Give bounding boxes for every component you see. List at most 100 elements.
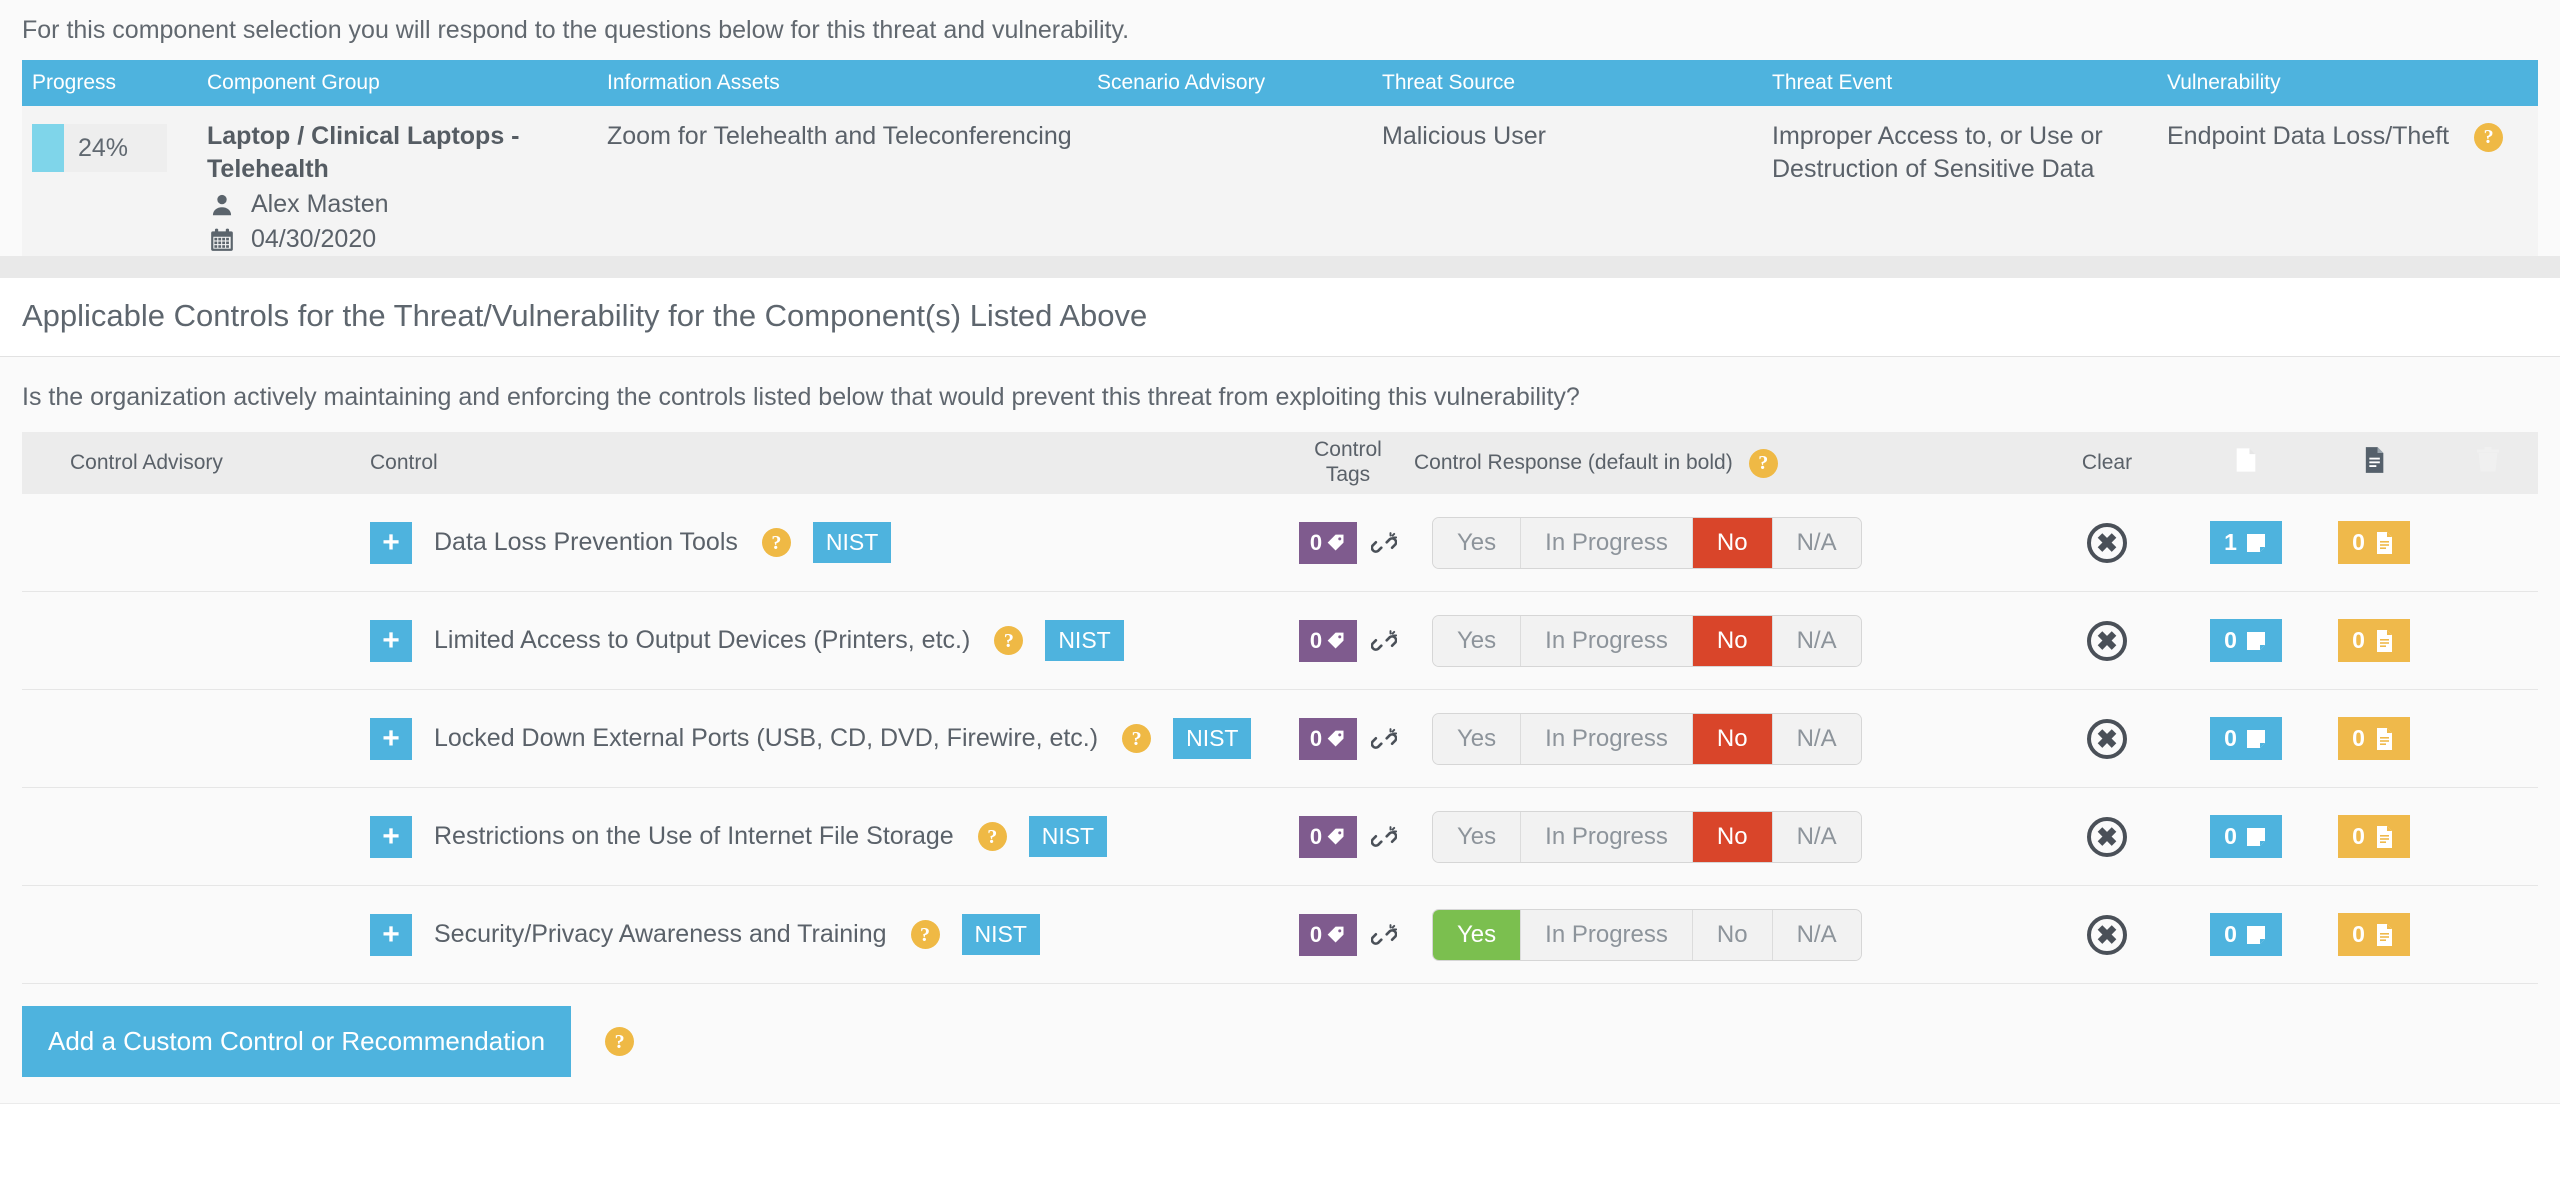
tag-count-badge[interactable]: 0 xyxy=(1299,815,1357,858)
response-option-no[interactable]: No xyxy=(1692,517,1773,568)
expand-control-button[interactable]: + xyxy=(370,619,412,662)
document-count-badge[interactable]: 0 xyxy=(2338,521,2410,564)
clear-response-button[interactable]: ✖ xyxy=(2087,620,2127,661)
clear-response-button[interactable]: ✖ xyxy=(2087,522,2127,563)
unlink-icon[interactable] xyxy=(1371,630,1397,656)
col-header-delete-icon xyxy=(2438,446,2538,480)
cell-clear: ✖ xyxy=(2032,914,2182,955)
cell-control-tags: 0 xyxy=(1294,913,1402,956)
document-icon xyxy=(2376,629,2392,652)
cell-component-group: Laptop / Clinical Laptops - Telehealth A… xyxy=(197,120,597,256)
control-response-group: Yes In Progress No N/A xyxy=(1432,810,1862,863)
col-header-threat-source: Threat Source xyxy=(1382,71,1516,94)
response-option-n-a[interactable]: N/A xyxy=(1772,615,1861,666)
response-option-n-a[interactable]: N/A xyxy=(1772,909,1861,960)
expand-control-button[interactable]: + xyxy=(370,913,412,956)
section-title: Applicable Controls for the Threat/Vulne… xyxy=(22,298,1148,333)
unlink-icon[interactable] xyxy=(1371,924,1397,950)
cell-notes: 1 xyxy=(2182,521,2310,564)
response-option-yes[interactable]: Yes xyxy=(1433,811,1522,862)
add-custom-control-help-icon[interactable]: ? xyxy=(605,1027,635,1056)
cell-control-response: Yes In Progress No N/A xyxy=(1402,908,2032,961)
tag-count-badge[interactable]: 0 xyxy=(1299,521,1357,564)
footer-actions-wrap: Add a Custom Control or Recommendation ? xyxy=(0,984,2560,1103)
response-option-n-a[interactable]: N/A xyxy=(1772,713,1861,764)
tag-count-badge[interactable]: 0 xyxy=(1299,717,1357,760)
response-option-in-progress[interactable]: In Progress xyxy=(1521,811,1693,862)
response-option-yes[interactable]: Yes xyxy=(1433,713,1522,764)
control-response-help-icon[interactable]: ? xyxy=(1748,448,1778,478)
control-help-icon[interactable]: ? xyxy=(1122,724,1152,753)
cell-control-response: Yes In Progress No N/A xyxy=(1402,614,2032,667)
tag-count-badge[interactable]: 0 xyxy=(1299,913,1357,956)
framework-badge[interactable]: NIST xyxy=(1173,718,1252,759)
response-option-in-progress[interactable]: In Progress xyxy=(1521,713,1693,764)
framework-badge[interactable]: NIST xyxy=(961,914,1040,955)
document-count-badge[interactable]: 0 xyxy=(2338,619,2410,662)
document-icon xyxy=(2360,446,2388,474)
expand-control-button[interactable]: + xyxy=(370,717,412,760)
expand-control-button[interactable]: + xyxy=(370,521,412,564)
note-icon xyxy=(2232,446,2260,474)
response-option-yes[interactable]: Yes xyxy=(1433,615,1522,666)
control-help-icon[interactable]: ? xyxy=(994,626,1024,655)
control-response-group: Yes In Progress No N/A xyxy=(1432,614,1862,667)
control-name: Limited Access to Output Devices (Printe… xyxy=(434,626,971,654)
scenario-table: Progress Component Group Information Ass… xyxy=(0,60,2560,256)
response-option-no[interactable]: No xyxy=(1692,615,1773,666)
cell-scenario-advisory xyxy=(1087,120,1372,256)
note-count-badge[interactable]: 0 xyxy=(2210,913,2282,956)
response-option-n-a[interactable]: N/A xyxy=(1772,811,1861,862)
control-name: Restrictions on the Use of Internet File… xyxy=(434,822,954,850)
clear-response-button[interactable]: ✖ xyxy=(2087,718,2127,759)
response-option-n-a[interactable]: N/A xyxy=(1772,517,1861,568)
response-option-yes[interactable]: Yes xyxy=(1433,909,1522,960)
vulnerability-help-icon[interactable]: ? xyxy=(2474,122,2504,152)
document-count-badge[interactable]: 0 xyxy=(2338,717,2410,760)
response-option-yes[interactable]: Yes xyxy=(1433,517,1522,568)
control-help-icon[interactable]: ? xyxy=(977,822,1007,851)
cell-notes: 0 xyxy=(2182,717,2310,760)
note-count-badge[interactable]: 1 xyxy=(2210,521,2282,564)
unlink-icon[interactable] xyxy=(1371,728,1397,754)
note-count-badge[interactable]: 0 xyxy=(2210,815,2282,858)
footer-divider xyxy=(0,1103,2560,1117)
response-option-in-progress[interactable]: In Progress xyxy=(1521,517,1693,568)
document-count-badge[interactable]: 0 xyxy=(2338,815,2410,858)
cell-information-assets: Zoom for Telehealth and Teleconferencing xyxy=(607,122,1072,150)
note-icon xyxy=(2246,925,2265,944)
framework-badge[interactable]: NIST xyxy=(812,522,892,563)
cell-notes: 0 xyxy=(2182,815,2310,858)
response-option-no[interactable]: No xyxy=(1692,713,1773,764)
note-count-badge[interactable]: 0 xyxy=(2210,717,2282,760)
col-header-control-tags: Control Tags xyxy=(1294,438,1402,488)
framework-badge[interactable]: NIST xyxy=(1028,816,1108,857)
cell-threat-source: Malicious User xyxy=(1382,122,1546,150)
cell-control-tags: 0 xyxy=(1294,717,1402,760)
clear-response-button[interactable]: ✖ xyxy=(2087,816,2127,857)
response-option-in-progress[interactable]: In Progress xyxy=(1521,909,1693,960)
progress-bar: 24% xyxy=(32,124,167,172)
document-count-badge[interactable]: 0 xyxy=(2338,913,2410,956)
tag-count-badge[interactable]: 0 xyxy=(1299,619,1357,662)
framework-badge[interactable]: NIST xyxy=(1045,620,1124,661)
tag-icon xyxy=(1327,534,1344,550)
unlink-icon[interactable] xyxy=(1371,826,1397,852)
document-count: 0 xyxy=(2352,921,2365,947)
note-count-badge[interactable]: 0 xyxy=(2210,619,2282,662)
date-line: 04/30/2020 xyxy=(207,223,587,256)
controls-table-header: Control Advisory Control Control Tags Co… xyxy=(22,432,2538,494)
col-header-control: Control xyxy=(370,451,438,474)
cell-notes: 0 xyxy=(2182,913,2310,956)
expand-control-button[interactable]: + xyxy=(370,815,412,858)
clear-response-button[interactable]: ✖ xyxy=(2087,914,2127,955)
response-option-in-progress[interactable]: In Progress xyxy=(1521,615,1693,666)
add-custom-control-button[interactable]: Add a Custom Control or Recommendation xyxy=(22,1006,572,1077)
unlink-icon[interactable] xyxy=(1371,532,1397,558)
control-response-group: Yes In Progress No N/A xyxy=(1432,516,1862,569)
response-option-no[interactable]: No xyxy=(1692,811,1773,862)
response-option-no[interactable]: No xyxy=(1692,909,1773,960)
col-header-progress: Progress xyxy=(32,71,117,94)
control-help-icon[interactable]: ? xyxy=(761,528,791,557)
control-help-icon[interactable]: ? xyxy=(910,920,940,949)
